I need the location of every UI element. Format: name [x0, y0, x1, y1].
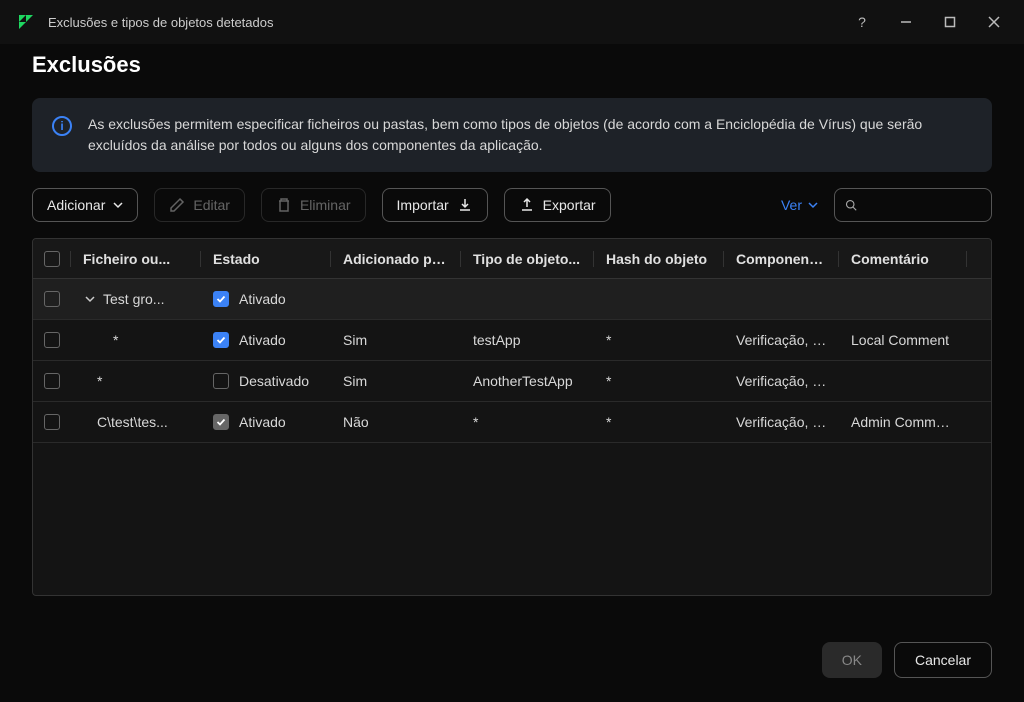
row-checkbox[interactable]: [44, 291, 60, 307]
header-added[interactable]: Adicionado pe...: [331, 251, 461, 267]
add-button-label: Adicionar: [47, 197, 105, 213]
cell-comment: Admin Comment: [839, 414, 967, 430]
cell-state: Ativado: [201, 332, 331, 348]
add-button[interactable]: Adicionar: [32, 188, 138, 222]
maximize-button[interactable]: [932, 6, 968, 38]
state-checkbox[interactable]: [213, 414, 229, 430]
import-button-label: Importar: [397, 197, 449, 213]
cancel-button[interactable]: Cancelar: [894, 642, 992, 678]
state-checkbox[interactable]: [213, 332, 229, 348]
cell-components: Verificação, Prot...: [724, 373, 839, 389]
chevron-down-icon: [113, 200, 123, 210]
cell-components: Verificação, Prot...: [724, 414, 839, 430]
export-button-label: Exportar: [543, 197, 596, 213]
minimize-button[interactable]: [888, 6, 924, 38]
cell-type: AnotherTestApp: [461, 373, 594, 389]
window-title: Exclusões e tipos de objetos detetados: [48, 15, 273, 30]
header-file[interactable]: Ficheiro ou...: [71, 251, 201, 267]
select-all-checkbox[interactable]: [44, 251, 60, 267]
cell-state: Desativado: [201, 373, 331, 389]
cell-hash: *: [594, 373, 724, 389]
table-header: Ficheiro ou... Estado Adicionado pe... T…: [33, 239, 991, 279]
cell-hash: *: [594, 414, 724, 430]
edit-button-label: Editar: [193, 197, 230, 213]
toolbar: Adicionar Editar Eliminar Importar Expor…: [32, 188, 992, 222]
cell-type: testApp: [461, 332, 594, 348]
cell-state: Ativado: [201, 291, 331, 307]
state-checkbox[interactable]: [213, 373, 229, 389]
cell-file: *: [71, 332, 201, 348]
table-row[interactable]: *AtivadoSimtestApp*Verificação, Prot...L…: [33, 320, 991, 361]
header-components[interactable]: Componentes...: [724, 251, 839, 267]
import-button[interactable]: Importar: [382, 188, 488, 222]
cell-added: Sim: [331, 373, 461, 389]
search-icon: [845, 198, 857, 212]
cell-comment: Local Comment: [839, 332, 967, 348]
cell-file: *: [71, 373, 201, 389]
info-icon: i: [52, 116, 72, 136]
info-banner: i As exclusões permitem especificar fich…: [32, 98, 992, 172]
delete-button-label: Eliminar: [300, 197, 351, 213]
pencil-icon: [169, 197, 185, 213]
help-button[interactable]: ?: [844, 6, 880, 38]
cell-added: Não: [331, 414, 461, 430]
exclusions-table: Ficheiro ou... Estado Adicionado pe... T…: [32, 238, 992, 596]
app-logo: [16, 12, 36, 32]
view-label: Ver: [781, 197, 802, 213]
header-state[interactable]: Estado: [201, 251, 331, 267]
header-type[interactable]: Tipo de objeto...: [461, 251, 594, 267]
cell-file: C\test\tes...: [71, 414, 201, 430]
search-box[interactable]: [834, 188, 992, 222]
expand-icon[interactable]: [83, 292, 97, 306]
cell-file: Test gro...: [71, 291, 201, 307]
state-checkbox[interactable]: [213, 291, 229, 307]
chevron-down-icon: [808, 200, 818, 210]
cell-hash: *: [594, 332, 724, 348]
info-text: As exclusões permitem especificar fichei…: [88, 114, 972, 156]
row-checkbox[interactable]: [44, 332, 60, 348]
header-comment[interactable]: Comentário: [839, 251, 967, 267]
delete-button[interactable]: Eliminar: [261, 188, 366, 222]
import-icon: [457, 197, 473, 213]
footer: OK Cancelar: [822, 642, 992, 678]
edit-button[interactable]: Editar: [154, 188, 245, 222]
close-button[interactable]: [976, 6, 1012, 38]
table-row[interactable]: Test gro...Ativado: [33, 279, 991, 320]
row-checkbox[interactable]: [44, 373, 60, 389]
trash-icon: [276, 197, 292, 213]
table-body: Test gro...Ativado*AtivadoSimtestApp*Ver…: [33, 279, 991, 443]
export-icon: [519, 197, 535, 213]
ok-button[interactable]: OK: [822, 642, 882, 678]
search-input[interactable]: [865, 197, 981, 213]
table-row[interactable]: C\test\tes...AtivadoNão**Verificação, Pr…: [33, 402, 991, 443]
titlebar: Exclusões e tipos de objetos detetados ?: [0, 0, 1024, 44]
cell-added: Sim: [331, 332, 461, 348]
export-button[interactable]: Exportar: [504, 188, 611, 222]
cell-components: Verificação, Prot...: [724, 332, 839, 348]
view-dropdown[interactable]: Ver: [781, 197, 818, 213]
page-title: Exclusões: [32, 52, 992, 78]
row-checkbox[interactable]: [44, 414, 60, 430]
table-row[interactable]: *DesativadoSimAnotherTestApp*Verificação…: [33, 361, 991, 402]
cell-type: *: [461, 414, 594, 430]
header-hash[interactable]: Hash do objeto: [594, 251, 724, 267]
cell-state: Ativado: [201, 414, 331, 430]
